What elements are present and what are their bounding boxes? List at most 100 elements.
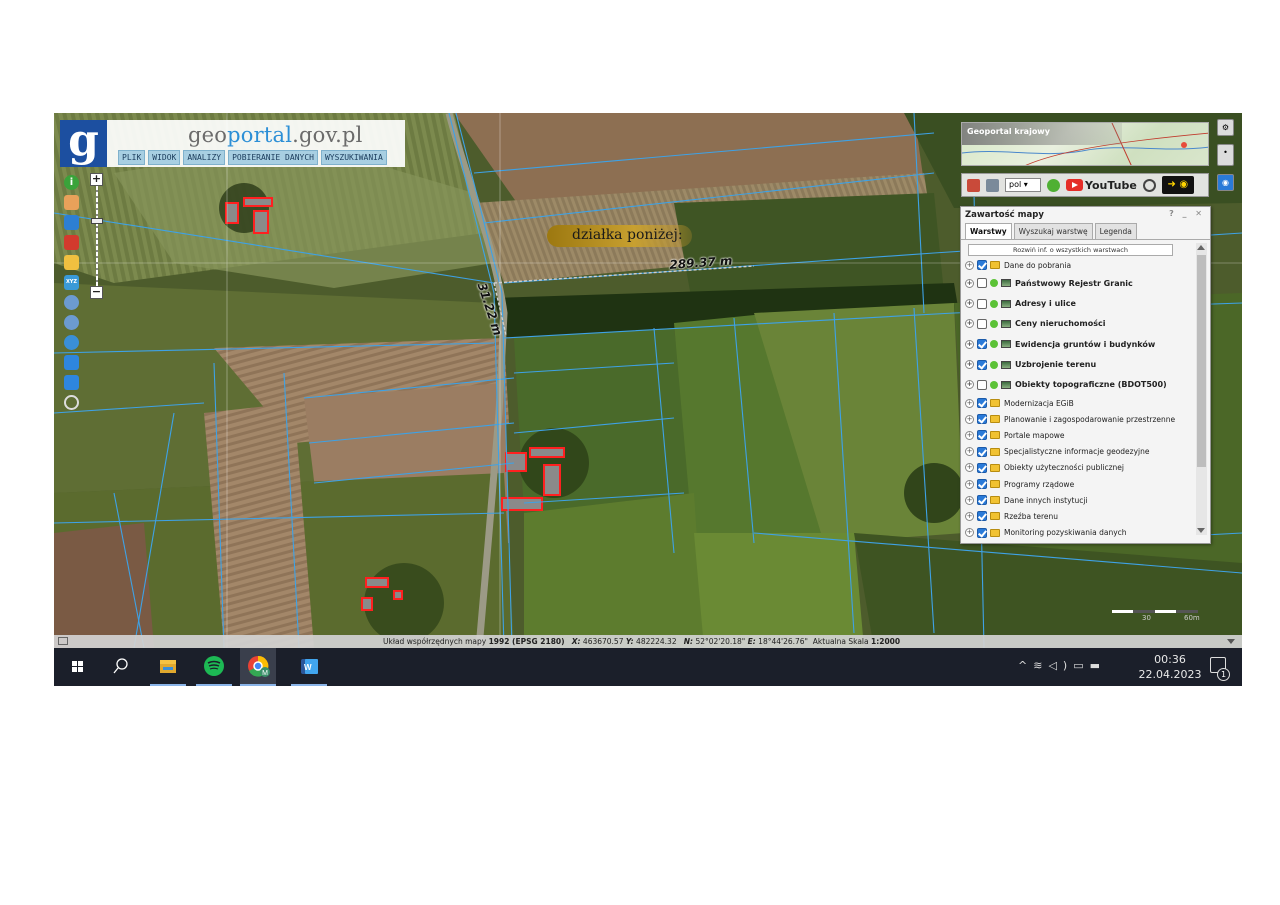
layer-row[interactable]: + Uzbrojenie terenu [965, 354, 1195, 374]
scroll-up-icon[interactable] [1197, 245, 1205, 250]
globe-icon[interactable] [64, 335, 79, 350]
contrast-eye-icon[interactable]: ➜ ◉ [1161, 176, 1194, 194]
expand-layer-icon[interactable]: + [965, 528, 974, 538]
chrome-button[interactable]: M [240, 648, 276, 686]
layer-checkbox[interactable] [977, 462, 987, 473]
tab-wyszukaj-warstwe[interactable]: Wyszukaj warstwę [1013, 223, 1093, 239]
tab-warstwy[interactable]: Warstwy [965, 223, 1012, 239]
remove-selection-icon[interactable] [64, 235, 79, 250]
layer-checkbox[interactable] [977, 414, 987, 425]
word-button[interactable]: W [291, 648, 327, 686]
back-arrow-icon[interactable] [64, 355, 79, 370]
layer-checkbox[interactable] [977, 511, 987, 522]
layer-row[interactable]: + Rzeźba terenu [965, 508, 1195, 524]
battery-icon[interactable]: ▭ [1073, 659, 1089, 672]
chevron-up-icon[interactable]: ^ [1018, 659, 1033, 672]
start-button[interactable] [59, 648, 95, 686]
tray-icons[interactable]: ^≋◁)▭▬ [1018, 659, 1106, 672]
expand-layer-icon[interactable]: + [965, 495, 974, 505]
collapse-icon[interactable] [58, 637, 68, 645]
xyz-coordinates-icon[interactable]: XYZ [64, 275, 79, 290]
layer-row[interactable]: + Portale mapowe [965, 427, 1195, 443]
file-explorer-button[interactable] [150, 648, 186, 686]
layer-checkbox[interactable] [977, 260, 987, 271]
layer-row[interactable]: + Obiekty topograficzne (BDOT500) [965, 375, 1195, 395]
zoom-thumb[interactable] [91, 218, 103, 224]
expand-layer-icon[interactable]: + [965, 339, 974, 349]
system-clock[interactable]: 00:36 22.04.2023 [1130, 652, 1210, 682]
layer-row[interactable]: + Ceny nieruchomości [965, 314, 1195, 334]
map-canvas[interactable]: g geoportal.gov.pl PLIK WIDOK ANALIZY PO… [54, 113, 1242, 648]
forward-arrow-icon[interactable] [64, 375, 79, 390]
zoom-track[interactable] [91, 186, 103, 286]
volume-icon[interactable]: ◁) [1048, 659, 1073, 672]
scale-toggle-icon[interactable]: • [1217, 144, 1234, 166]
zoom-in-icon[interactable] [64, 295, 79, 310]
expand-layer-icon[interactable]: + [965, 398, 974, 408]
layer-row[interactable]: + Planowanie i zagospodarowanie przestrze… [965, 411, 1195, 427]
menu-pobieranie-danych[interactable]: POBIERANIE DANYCH [228, 150, 318, 165]
expand-all-layers-button[interactable]: Rozwiń inf. o wszystkich warstwach [968, 244, 1173, 256]
spotify-button[interactable] [196, 648, 232, 686]
tab-legenda[interactable]: Legenda [1094, 223, 1137, 239]
panel-window-controls[interactable]: ? _ ✕ [1169, 209, 1205, 218]
expand-layer-icon[interactable]: + [965, 260, 974, 270]
expand-layer-icon[interactable]: + [965, 430, 974, 440]
visibility-icon[interactable]: ◉ [1217, 174, 1234, 191]
layer-row[interactable]: + Obiekty użyteczności publicznej [965, 460, 1195, 476]
expand-layer-icon[interactable]: + [965, 380, 974, 390]
layer-checkbox[interactable] [977, 398, 987, 409]
menu-analizy[interactable]: ANALIZY [183, 150, 226, 165]
layer-row[interactable]: + Modernizacja EGiB [965, 395, 1195, 411]
keyboard-icon[interactable]: ▬ [1090, 659, 1106, 672]
layer-row[interactable]: + Adresy i ulice [965, 293, 1195, 313]
expand-layer-icon[interactable]: + [965, 479, 974, 489]
settings-icon[interactable]: ⚙ [1217, 119, 1234, 136]
layer-checkbox[interactable] [977, 479, 987, 489]
wifi-icon[interactable]: ≋ [1033, 659, 1048, 672]
layer-checkbox[interactable] [977, 359, 987, 370]
expand-layer-icon[interactable]: + [965, 463, 974, 473]
report-icon[interactable] [967, 178, 980, 192]
youtube-link[interactable]: YouTube [1066, 179, 1137, 192]
layer-checkbox[interactable] [977, 495, 987, 506]
print-icon[interactable] [986, 178, 999, 192]
select-area-icon[interactable] [64, 215, 79, 230]
layer-row[interactable]: + Programy rządowe [965, 476, 1195, 492]
scroll-down-icon[interactable] [1197, 528, 1205, 533]
search-button[interactable] [102, 648, 138, 686]
layer-row[interactable]: + Monitoring pozyskiwania danych [965, 524, 1195, 540]
help-icon[interactable] [1047, 178, 1060, 192]
layer-row[interactable]: + Dane innych instytucji [965, 492, 1195, 508]
language-select[interactable]: pol ▾ [1005, 178, 1041, 192]
expand-layer-icon[interactable]: + [965, 414, 974, 424]
info-icon[interactable]: i [64, 175, 79, 190]
overview-map[interactable]: Geoportal krajowy [961, 122, 1209, 166]
pan-hand-icon[interactable] [64, 195, 79, 210]
expand-layer-icon[interactable]: + [965, 299, 974, 309]
menu-wyszukiwania[interactable]: WYSZUKIWANIA [320, 150, 387, 165]
scroll-thumb[interactable] [1197, 255, 1206, 467]
expand-layer-icon[interactable]: + [965, 447, 974, 457]
expand-layer-icon[interactable]: + [965, 360, 974, 370]
layer-checkbox[interactable] [977, 446, 987, 457]
zoom-slider[interactable]: + − [90, 173, 104, 299]
layer-list-scrollbar[interactable] [1196, 243, 1207, 535]
layer-checkbox[interactable] [977, 527, 987, 538]
pencil-icon[interactable] [64, 255, 79, 270]
layer-checkbox[interactable] [977, 379, 987, 390]
zoom-minus-button[interactable]: − [90, 286, 103, 299]
layer-row[interactable]: + Państwowy Rejestr Granic [965, 273, 1195, 293]
zoom-plus-button[interactable]: + [90, 173, 103, 186]
layer-row[interactable]: + Dane do pobrania [965, 257, 1195, 273]
layer-row[interactable]: + Specjalistyczne informacje geodezyjne [965, 444, 1195, 460]
expand-layer-icon[interactable]: + [965, 278, 974, 288]
zoom-out-icon[interactable] [64, 315, 79, 330]
expand-layer-icon[interactable]: + [965, 511, 974, 521]
expand-layer-icon[interactable]: + [965, 319, 974, 329]
layer-checkbox[interactable] [977, 339, 987, 350]
menu-widok[interactable]: WIDOK [148, 150, 181, 165]
reset-view-icon[interactable] [64, 395, 79, 410]
expand-status-icon[interactable] [1227, 639, 1235, 644]
layer-row[interactable]: + Ewidencja gruntów i budynków [965, 334, 1195, 354]
